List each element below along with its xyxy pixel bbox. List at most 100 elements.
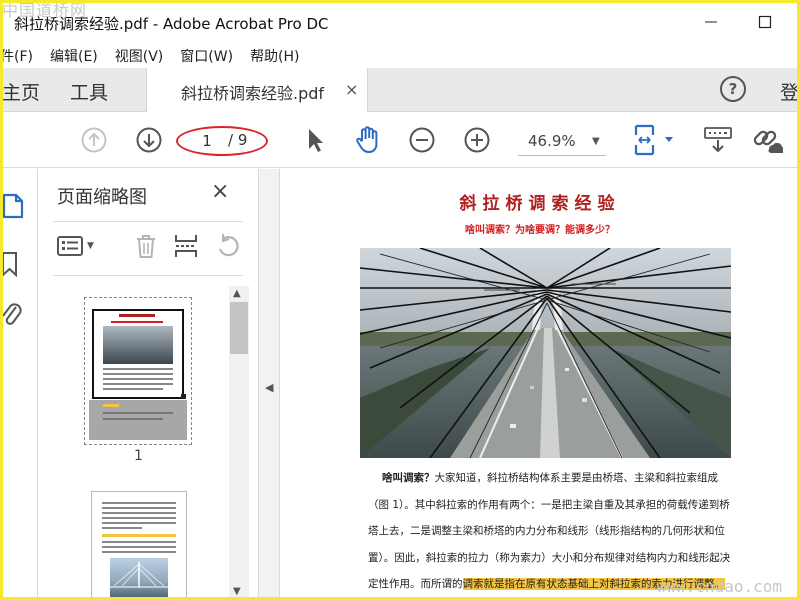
page-number-input[interactable] [192,130,222,152]
paragraph-body: 大家知道，斜拉桥结构体系主要是由桥塔、主梁和斜拉索组成（图 1）。其中斜拉索的作… [368,472,731,590]
menu-file[interactable]: 件(F) [0,46,33,66]
thumbnail-highlight [103,404,119,407]
arrow-up-circle-icon [81,127,107,153]
document-subtitle: 啥叫调索？为啥要调？能调多少？ [465,225,615,236]
thumbnail-bridge-illustration [110,562,168,588]
thumbnail-photo [110,558,168,598]
panel-collapse-strip[interactable]: ◀ [258,169,280,600]
watermark-top-left: 中国道桥网 [2,1,88,20]
left-navigation-rail [0,169,38,600]
menu-edit[interactable]: 编辑(E) [50,46,98,66]
title-bar: 斜拉桥调索经验.pdf - Adobe Acrobat Pro DC [0,0,800,44]
plus-circle-icon [464,127,490,153]
trash-icon[interactable] [134,233,158,259]
thumbnail-text-line [103,388,163,390]
tab-tools[interactable]: 工具 [70,78,108,105]
thumbnail-text-line [103,418,163,420]
page-total: / 9 [228,131,248,149]
thumbnail-text-line [103,373,173,375]
zoom-dropdown[interactable]: 46.9% ▼ [518,130,606,156]
bookmark-icon[interactable] [0,251,20,277]
thumbnail-title-line [119,314,155,317]
thumbnail-subtitle-line [111,321,163,323]
main-toolbar: / 9 46.9% ▼ [0,112,800,168]
tab-bar: 主页 工具 斜拉桥调索经验.pdf × ? 登 [0,68,800,112]
thumbnail-page-1-content [89,302,187,440]
menu-help[interactable]: 帮助(H) [250,46,299,66]
maximize-icon [758,15,772,29]
rotate-icon[interactable] [215,233,241,259]
paperclip-icon[interactable] [0,301,22,331]
hand-tool-button[interactable] [352,124,384,156]
thumbnail-highlight [102,534,176,537]
thumbnail-options-button[interactable]: ▼ [57,235,94,257]
menu-window[interactable]: 窗口(W) [180,46,233,66]
thumbnail-text-line [103,368,173,370]
zoom-in-button[interactable] [463,126,491,154]
scroll-up-icon[interactable]: ▲ [233,288,241,299]
keyboard-icon [704,127,732,153]
panel-divider-2 [53,275,243,276]
thumbnail-page-1[interactable] [84,297,192,445]
thumbnail-text-line [102,541,176,543]
menu-bar: 件(F) 编辑(E) 视图(V) 窗口(W) 帮助(H) [0,44,800,68]
page-thumbnails-icon[interactable] [2,193,24,219]
next-page-button[interactable] [135,126,163,154]
thumbnail-text-line [102,527,142,529]
thumbnail-text-line [102,546,176,548]
insert-page-icon[interactable] [173,233,199,259]
link-icon [753,130,783,153]
prev-page-button[interactable] [80,126,108,154]
thumbnail-page-2[interactable] [91,491,187,600]
thumbnail-text-line [102,507,176,509]
page-number-annotation [176,126,268,156]
menu-view[interactable]: 视图(V) [115,46,164,66]
panel-divider [53,221,243,222]
thumbnail-scrollbar[interactable]: ▲ ▼ [229,286,249,600]
tab-close-icon[interactable]: × [345,80,358,99]
thumbnail-text-line [102,522,176,524]
cursor-arrow-icon [309,129,323,152]
thumbnail-text-line [103,412,173,414]
fit-page-icon [634,124,673,156]
help-icon[interactable]: ? [720,76,746,102]
bridge-photo [360,248,731,458]
hand-icon [356,126,378,153]
tab-document-label: 斜拉桥调索经验.pdf [181,84,325,103]
select-tool-button[interactable] [300,126,328,154]
tab-home[interactable]: 主页 [2,78,40,105]
thumbnail-resize-handle[interactable] [181,394,186,399]
paragraph-lead: 啥叫调索？ [382,472,435,484]
scrollbar-thumb[interactable] [230,302,248,354]
chevron-down-icon: ▼ [592,136,600,147]
scroll-down-icon[interactable]: ▼ [233,586,241,597]
options-menu-icon [57,236,83,256]
maximize-button[interactable] [750,8,780,36]
tab-document[interactable]: 斜拉桥调索经验.pdf × [146,68,368,112]
thumbnail-page-number: 1 [134,448,143,464]
zoom-out-button[interactable] [408,126,436,154]
page-thumbnails-panel: 页面缩略图 × ▼ 1 ▲ ▼ [39,169,258,600]
share-link-button[interactable] [750,124,784,156]
minus-circle-icon [409,127,435,153]
thumbnail-text-line [102,517,176,519]
thumbnail-text-line [103,383,173,385]
document-view[interactable]: 斜拉桥调索经验 啥叫调索？为啥要调？能调多少？ 啥叫调索？大家知道，斜拉桥结构体… [280,169,800,600]
thumbnail-text-line [102,512,176,514]
chevron-down-icon: ▼ [87,241,94,251]
zoom-value: 46.9% [528,132,576,150]
thumbnail-photo [103,326,173,364]
login-link[interactable]: 登 [780,78,799,105]
panel-title: 页面缩略图 [57,187,147,208]
arrow-down-circle-icon [136,127,162,153]
thumbnail-text-line [102,551,176,553]
document-title: 斜拉桥调索经验 [459,194,621,214]
close-panel-icon[interactable]: × [211,179,229,204]
minimize-button[interactable] [696,8,726,36]
collapse-arrow-icon[interactable]: ◀ [265,381,273,394]
fit-page-button[interactable] [632,124,678,156]
thumbnail-text-line [103,378,173,380]
minimize-icon [705,21,717,23]
keyboard-tool-button[interactable] [702,124,734,156]
watermark-bottom-right: www.cndao.com [656,577,782,596]
